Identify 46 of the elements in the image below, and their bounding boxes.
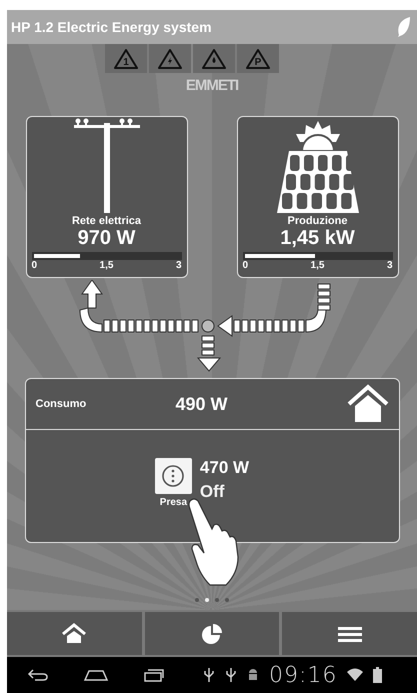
meter-tick: 0 [242, 260, 248, 271]
device-power: 470 W [200, 458, 250, 478]
nav-button[interactable] [282, 612, 417, 655]
power-outlet-icon [161, 464, 186, 488]
window-title: HP 1.2 Electric Energy system [11, 19, 212, 35]
device-label: Presa [160, 497, 188, 508]
meter-tick: 3 [386, 260, 392, 271]
usb-icon [225, 667, 237, 683]
consumption-value: 490 W [176, 394, 229, 414]
meter-tick: 3 [176, 260, 182, 271]
page-indicator-dot[interactable] [205, 598, 209, 602]
nav-button[interactable] [144, 612, 280, 655]
back-icon[interactable] [27, 668, 49, 682]
warning-triangle-icon: 1 [113, 48, 139, 70]
page-indicator-dot[interactable] [215, 598, 219, 602]
battery-icon [373, 667, 382, 683]
source-value: 970 W [78, 227, 136, 249]
power-pole-icon [72, 117, 142, 215]
meter-tick: 0 [32, 260, 38, 271]
clock-time: 09:16 [269, 662, 338, 688]
page-indicator-dot[interactable] [195, 598, 199, 602]
meter-tick: 1,5 [100, 260, 114, 271]
brand-logo: EMMETI [186, 77, 238, 94]
outlet-button[interactable] [154, 458, 192, 494]
source-label: Rete elettrica [72, 215, 142, 227]
source-card[interactable]: Rete elettrica 970 W 0 1,5 3 [26, 116, 188, 278]
device-state: Off [200, 482, 226, 502]
wifi-icon [347, 668, 364, 682]
home-icon[interactable] [346, 384, 388, 424]
menu-icon [338, 626, 362, 642]
android-robot-icon [247, 667, 259, 683]
recent-apps-icon[interactable] [143, 668, 165, 682]
source-label: Produzione [288, 215, 348, 227]
source-value: 1,45 kW [280, 227, 355, 249]
nav-button[interactable] [7, 612, 142, 655]
usb-icon [203, 667, 215, 683]
home-icon[interactable] [83, 668, 109, 682]
pie-chart-icon [201, 622, 223, 644]
warning-triangle-icon: P [245, 48, 271, 70]
meter-tick: 1,5 [310, 260, 324, 271]
lightning-warning-icon [157, 48, 183, 70]
home-icon [61, 622, 88, 644]
source-card[interactable]: Produzione 1,45 kW 0 1,5 3 [236, 116, 398, 278]
drop-warning-icon [201, 48, 227, 70]
page-indicator-dot[interactable] [225, 598, 229, 602]
consumption-label: Consumo [36, 398, 88, 410]
